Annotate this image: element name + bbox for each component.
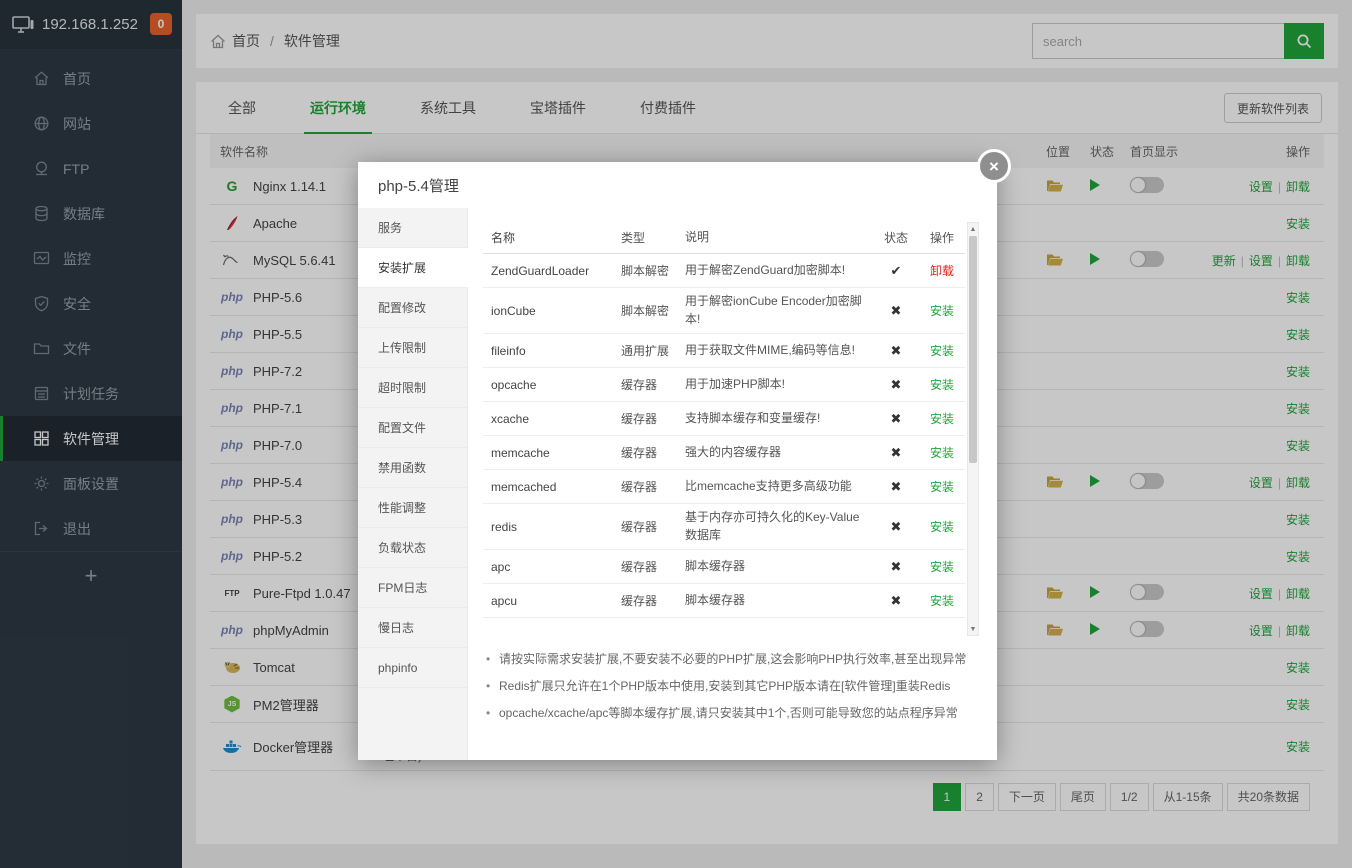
menu-install-ext[interactable]: 安装扩展 bbox=[358, 248, 468, 288]
not-installed-cross-icon: ✖ bbox=[891, 377, 902, 392]
ext-type: 通用扩展 bbox=[613, 342, 677, 359]
ext-desc: 用于加速PHP脚本! bbox=[677, 376, 873, 393]
col-ext-status: 状态 bbox=[873, 229, 919, 246]
menu-config-edit[interactable]: 配置修改 bbox=[358, 288, 467, 328]
extension-row: fileinfo 通用扩展 用于获取文件MIME,编码等信息! ✖ 安装 bbox=[483, 334, 965, 368]
ext-type: 缓存器 bbox=[613, 410, 677, 427]
ext-install-link[interactable]: 安装 bbox=[930, 520, 954, 534]
ext-type: 缓存器 bbox=[613, 592, 677, 609]
extension-row: apc 缓存器 脚本缓存器 ✖ 安装 bbox=[483, 550, 965, 584]
modal-menu: 服务 安装扩展 配置修改 上传限制 超时限制 配置文件 禁用函数 性能调整 负载… bbox=[358, 208, 468, 760]
php-manage-modal: × php-5.4管理 服务 安装扩展 配置修改 上传限制 超时限制 配置文件 … bbox=[358, 162, 997, 760]
not-installed-cross-icon: ✖ bbox=[891, 445, 902, 460]
ext-install-link[interactable]: 安装 bbox=[930, 344, 954, 358]
menu-config-file[interactable]: 配置文件 bbox=[358, 408, 467, 448]
scroll-down-arrow[interactable]: ▼ bbox=[968, 623, 978, 635]
col-ext-desc: 说明 bbox=[677, 229, 873, 246]
ext-install-link[interactable]: 安装 bbox=[930, 412, 954, 426]
ext-desc: 支持脚本缓存和变量缓存! bbox=[677, 410, 873, 427]
ext-install-link[interactable]: 安装 bbox=[930, 560, 954, 574]
app-root: 192.168.1.252 0 首页 网站 FTP 数据库 监控 bbox=[0, 0, 1352, 868]
ext-desc: 基于内存亦可持久化的Key-Value数据库 bbox=[677, 509, 873, 544]
ext-type: 脚本解密 bbox=[613, 262, 677, 279]
extension-row: opcache 缓存器 用于加速PHP脚本! ✖ 安装 bbox=[483, 368, 965, 402]
extension-table: 名称 类型 说明 状态 操作 ZendGuardLoader 脚本解密 用于解密… bbox=[483, 222, 965, 618]
ext-type: 缓存器 bbox=[613, 558, 677, 575]
not-installed-cross-icon: ✖ bbox=[891, 519, 902, 534]
extension-notes: 请按实际需求安装扩展,不要安装不必要的PHP扩展,这会影响PHP执行效率,甚至出… bbox=[483, 650, 979, 724]
extension-row: redis 缓存器 基于内存亦可持久化的Key-Value数据库 ✖ 安装 bbox=[483, 504, 965, 550]
menu-timeout-limit[interactable]: 超时限制 bbox=[358, 368, 467, 408]
ext-install-link[interactable]: 安装 bbox=[930, 304, 954, 318]
menu-load-status[interactable]: 负载状态 bbox=[358, 528, 467, 568]
note-item: opcache/xcache/apc等脚本缓存扩展,请只安装其中1个,否则可能导… bbox=[483, 704, 979, 723]
menu-service[interactable]: 服务 bbox=[358, 208, 467, 248]
ext-name: ionCube bbox=[483, 304, 613, 318]
note-item: 请按实际需求安装扩展,不要安装不必要的PHP扩展,这会影响PHP执行效率,甚至出… bbox=[483, 650, 979, 669]
col-ext-name: 名称 bbox=[483, 229, 613, 246]
extension-table-wrap: 名称 类型 说明 状态 操作 ZendGuardLoader 脚本解密 用于解密… bbox=[483, 222, 979, 636]
ext-desc: 脚本缓存器 bbox=[677, 558, 873, 575]
ext-desc: 用于解密ionCube Encoder加密脚本! bbox=[677, 293, 873, 328]
note-item: Redis扩展只允许在1个PHP版本中使用,安装到其它PHP版本请在[软件管理]… bbox=[483, 677, 979, 696]
ext-desc: 强大的内容缓存器 bbox=[677, 444, 873, 461]
not-installed-cross-icon: ✖ bbox=[891, 593, 902, 608]
menu-slow-log[interactable]: 慢日志 bbox=[358, 608, 467, 648]
scrollbar-thumb[interactable] bbox=[969, 236, 977, 463]
ext-type: 缓存器 bbox=[613, 376, 677, 393]
ext-name: memcache bbox=[483, 446, 613, 460]
ext-type: 脚本解密 bbox=[613, 302, 677, 319]
ext-install-link[interactable]: 安装 bbox=[930, 378, 954, 392]
ext-name: redis bbox=[483, 520, 613, 534]
not-installed-cross-icon: ✖ bbox=[891, 343, 902, 358]
extension-row: xcache 缓存器 支持脚本缓存和变量缓存! ✖ 安装 bbox=[483, 402, 965, 436]
ext-desc: 用于获取文件MIME,编码等信息! bbox=[677, 342, 873, 359]
menu-fpm-log[interactable]: FPM日志 bbox=[358, 568, 467, 608]
ext-desc: 脚本缓存器 bbox=[677, 592, 873, 609]
not-installed-cross-icon: ✖ bbox=[891, 303, 902, 318]
not-installed-cross-icon: ✖ bbox=[891, 479, 902, 494]
extension-row: ZendGuardLoader 脚本解密 用于解密ZendGuard加密脚本! … bbox=[483, 254, 965, 288]
menu-performance[interactable]: 性能调整 bbox=[358, 488, 467, 528]
ext-name: fileinfo bbox=[483, 344, 613, 358]
col-ext-type: 类型 bbox=[613, 229, 677, 246]
modal-content: 名称 类型 说明 状态 操作 ZendGuardLoader 脚本解密 用于解密… bbox=[468, 208, 997, 760]
ext-name: apcu bbox=[483, 594, 613, 608]
menu-upload-limit[interactable]: 上传限制 bbox=[358, 328, 467, 368]
installed-check-icon: ✔ bbox=[891, 263, 902, 278]
extension-row: memcache 缓存器 强大的内容缓存器 ✖ 安装 bbox=[483, 436, 965, 470]
ext-name: apc bbox=[483, 560, 613, 574]
col-ext-action: 操作 bbox=[919, 229, 965, 246]
ext-name: opcache bbox=[483, 378, 613, 392]
menu-disabled-functions[interactable]: 禁用函数 bbox=[358, 448, 467, 488]
ext-install-link[interactable]: 安装 bbox=[930, 594, 954, 608]
close-icon[interactable]: × bbox=[977, 149, 1011, 183]
extension-row: ionCube 脚本解密 用于解密ionCube Encoder加密脚本! ✖ … bbox=[483, 288, 965, 334]
extension-table-header: 名称 类型 说明 状态 操作 bbox=[483, 222, 965, 254]
not-installed-cross-icon: ✖ bbox=[891, 411, 902, 426]
modal-scrollbar[interactable]: ▲ ▼ bbox=[967, 222, 979, 636]
ext-type: 缓存器 bbox=[613, 444, 677, 461]
ext-type: 缓存器 bbox=[613, 478, 677, 495]
ext-desc: 用于解密ZendGuard加密脚本! bbox=[677, 262, 873, 279]
extension-row: apcu 缓存器 脚本缓存器 ✖ 安装 bbox=[483, 584, 965, 618]
scroll-up-arrow[interactable]: ▲ bbox=[968, 223, 978, 235]
ext-uninstall-link[interactable]: 卸载 bbox=[930, 264, 954, 278]
ext-type: 缓存器 bbox=[613, 518, 677, 535]
not-installed-cross-icon: ✖ bbox=[891, 559, 902, 574]
ext-name: ZendGuardLoader bbox=[483, 264, 613, 278]
ext-install-link[interactable]: 安装 bbox=[930, 446, 954, 460]
ext-install-link[interactable]: 安装 bbox=[930, 480, 954, 494]
ext-desc: 比memcache支持更多高级功能 bbox=[677, 478, 873, 495]
modal-title: php-5.4管理 bbox=[358, 162, 997, 208]
menu-phpinfo[interactable]: phpinfo bbox=[358, 648, 467, 688]
extension-row: memcached 缓存器 比memcache支持更多高级功能 ✖ 安装 bbox=[483, 470, 965, 504]
ext-name: xcache bbox=[483, 412, 613, 426]
ext-name: memcached bbox=[483, 480, 613, 494]
